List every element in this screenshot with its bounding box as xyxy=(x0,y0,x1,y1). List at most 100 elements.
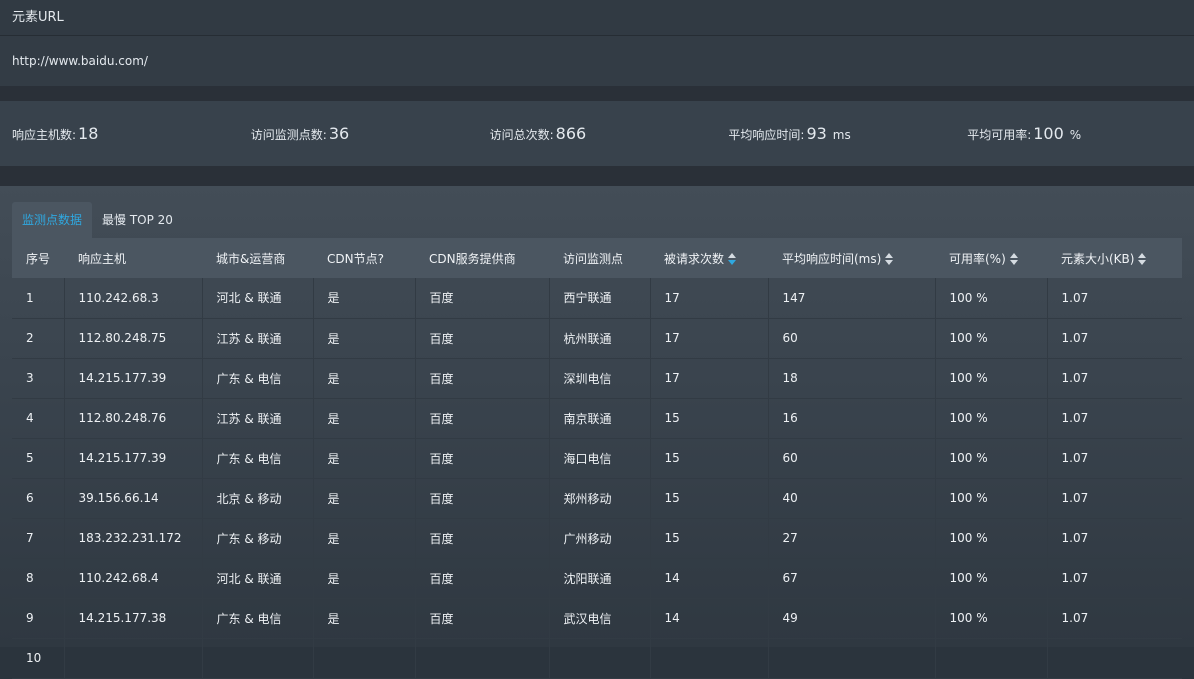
table-cell: 60 xyxy=(768,318,936,359)
table-cell: 1.07 xyxy=(1047,358,1182,399)
sort-down-icon xyxy=(1138,260,1147,265)
table-cell: 39.156.66.14 xyxy=(64,478,203,519)
table-cell: 17 xyxy=(650,278,769,319)
table-cell: 15 xyxy=(650,438,769,479)
table-cell: 1.07 xyxy=(1047,398,1182,439)
table-cell: 112.80.248.75 xyxy=(64,318,203,359)
column-header[interactable]: 被请求次数 xyxy=(650,238,768,278)
table-header-row: 序号 响应主机 城市&运营商 CDN节点? CDN服务提供商 访问监测点 被请求次数 平均响应… xyxy=(12,238,1182,278)
table-cell: 100 % xyxy=(935,478,1048,519)
table-cell: 是 xyxy=(313,398,416,439)
sort-up-icon xyxy=(1009,253,1018,258)
table-cell: 1.07 xyxy=(1047,478,1182,519)
table-cell: 江苏 & 联通 xyxy=(202,398,314,439)
table-row: 1 110.242.68.3 河北 & 联通是百度 西宁联通 17 147 100 % 1.0… xyxy=(12,278,1182,319)
table-cell: 河北 & 联通 xyxy=(202,558,314,599)
stat-label: 响应主机数: xyxy=(12,128,77,142)
column-header: 序号 xyxy=(12,238,64,278)
sort-arrows-icon[interactable] xyxy=(885,253,894,265)
table-cell: 8 xyxy=(12,558,65,599)
table-cell: 郑州移动 xyxy=(549,478,651,519)
table-cell: 百度 xyxy=(415,558,550,599)
sort-arrows-icon[interactable] xyxy=(1009,253,1018,265)
tab-slowest-top20[interactable]: 最慢 TOP 20 xyxy=(92,202,183,238)
column-header-label: CDN节点? xyxy=(327,251,384,266)
url-section: 元素URL http://www.baidu.com/ xyxy=(0,0,1194,86)
stat-host-count: 响应主机数: 18 xyxy=(0,124,239,143)
table-cell: 广东 & 电信 xyxy=(202,598,314,639)
table-cell: 49 xyxy=(768,598,936,639)
table-cell: 百度 xyxy=(415,278,550,319)
stat-avg-availability: 平均可用率: 100 % xyxy=(955,124,1194,143)
table-cell: 深圳电信 xyxy=(549,358,651,399)
column-header: 城市&运营商 xyxy=(202,238,313,278)
table-cell: 5 xyxy=(12,438,65,479)
column-header: 访问监测点 xyxy=(549,238,650,278)
tab-monitor-data[interactable]: 监测点数据 xyxy=(12,202,93,238)
column-header[interactable]: 可用率(%) xyxy=(935,238,1047,278)
table-cell xyxy=(64,638,203,679)
table-cell: 沈阳联通 xyxy=(549,558,651,599)
table-cell: 60 xyxy=(768,438,936,479)
stat-value: 93 xyxy=(806,124,827,143)
table-cell: 是 xyxy=(313,558,416,599)
stat-unit: % xyxy=(1069,128,1082,142)
table-cell: 7 xyxy=(12,518,65,559)
table-cell: 14.215.177.39 xyxy=(64,438,203,479)
table-cell: 百度 xyxy=(415,598,550,639)
table-cell: 10 xyxy=(12,638,65,679)
table-cell: 100 % xyxy=(935,518,1048,559)
table-cell xyxy=(313,638,416,679)
table-cell: 110.242.68.4 xyxy=(64,558,203,599)
table-cell: 西宁联通 xyxy=(549,278,651,319)
table-cell xyxy=(650,638,769,679)
column-header: CDN节点? xyxy=(313,238,415,278)
table-cell: 1.07 xyxy=(1047,318,1182,359)
table-cell xyxy=(1047,638,1182,679)
summary-stats: 响应主机数: 18 访问监测点数: 36 访问总次数: 866 平均响应时间: … xyxy=(0,101,1194,166)
sort-up-icon xyxy=(728,253,737,258)
data-panel: 监测点数据 最慢 TOP 20 序号 响应主机 城市&运营商 CDN节点? CDN服务提… xyxy=(0,186,1194,679)
monitor-data-table: 序号 响应主机 城市&运营商 CDN节点? CDN服务提供商 访问监测点 被请求次数 平均响应… xyxy=(12,238,1182,679)
stat-value: 100 xyxy=(1033,124,1064,143)
table-cell: 广东 & 电信 xyxy=(202,438,314,479)
table-cell: 100 % xyxy=(935,438,1048,479)
table-cell: 是 xyxy=(313,518,416,559)
stat-value: 18 xyxy=(78,124,99,143)
column-header-label: 序号 xyxy=(26,251,51,266)
sort-arrows-icon[interactable] xyxy=(1138,253,1147,265)
table-row: 2 112.80.248.75 江苏 & 联通是百度 杭州联通 17 60 100 % 1.0… xyxy=(12,318,1182,359)
table-cell: 百度 xyxy=(415,518,550,559)
column-header-label: 平均响应时间(ms) xyxy=(782,251,882,266)
column-header[interactable]: 平均响应时间(ms) xyxy=(768,238,935,278)
table-cell: 百度 xyxy=(415,398,550,439)
table-cell: 河北 & 联通 xyxy=(202,278,314,319)
tab-bar: 监测点数据 最慢 TOP 20 xyxy=(12,202,1182,238)
column-header[interactable]: 元素大小(KB) xyxy=(1047,238,1182,278)
table-cell: 16 xyxy=(768,398,936,439)
stat-avg-response: 平均响应时间: 93 ms xyxy=(716,124,955,143)
table-cell: 百度 xyxy=(415,438,550,479)
table-cell: 100 % xyxy=(935,358,1048,399)
element-url-value: http://www.baidu.com/ xyxy=(0,36,1194,86)
table-row: 6 39.156.66.14 北京 & 移动是百度 郑州移动 15 40 100 % 1.07 xyxy=(12,478,1182,519)
sort-up-icon xyxy=(1138,253,1147,258)
sort-up-icon xyxy=(885,253,894,258)
stat-label: 平均响应时间: xyxy=(728,128,805,142)
table-row: 4 112.80.248.76 江苏 & 联通是百度 南京联通 15 16 100 % 1.0… xyxy=(12,398,1182,439)
sort-arrows-icon[interactable] xyxy=(728,253,737,265)
table-row: 9 14.215.177.38 广东 & 电信是百度 武汉电信 14 49 100 % 1.0… xyxy=(12,598,1182,639)
table-cell: 18 xyxy=(768,358,936,399)
table-cell: 67 xyxy=(768,558,936,599)
table-cell: 1 xyxy=(12,278,65,319)
url-section-title: 元素URL xyxy=(0,0,1194,36)
table-cell: 北京 & 移动 xyxy=(202,478,314,519)
table-cell: 2 xyxy=(12,318,65,359)
table-cell: 100 % xyxy=(935,318,1048,359)
column-header-label: 可用率(%) xyxy=(949,251,1006,266)
table-cell: 是 xyxy=(313,358,416,399)
stat-label: 访问监测点数: xyxy=(250,128,327,142)
table-cell: 是 xyxy=(313,478,416,519)
table-cell xyxy=(415,638,550,679)
table-row: 7 183.232.231.172 广东 & 移动是百度 广州移动 15 27 100 % 1… xyxy=(12,518,1182,559)
